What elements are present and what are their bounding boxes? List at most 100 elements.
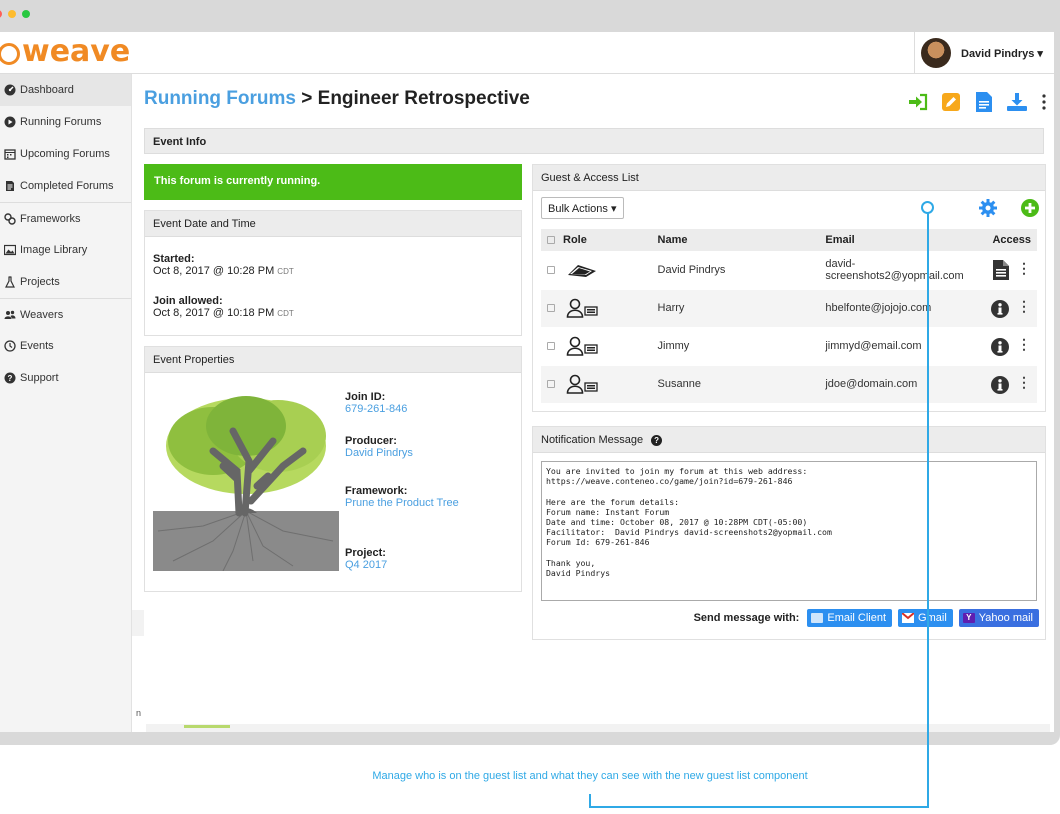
document-icon[interactable]	[993, 259, 1009, 280]
info-icon[interactable]	[991, 337, 1009, 356]
pencil-icon	[942, 93, 960, 111]
sidebar-item-label: Support	[20, 372, 59, 384]
row-menu-button[interactable]: ⋮	[1017, 374, 1031, 390]
breadcrumb-running-forums[interactable]: Running Forums	[144, 88, 296, 109]
framework-link[interactable]: Prune the Product Tree	[345, 497, 459, 509]
report-button[interactable]	[974, 92, 994, 112]
select-all-checkbox[interactable]	[547, 236, 555, 245]
guest-email: jimmyd@email.com	[819, 327, 970, 366]
sidebar-item-frameworks[interactable]: Frameworks	[0, 202, 131, 234]
event-info-header: Event Info	[144, 128, 1044, 154]
sidebar-item-dashboard[interactable]: Dashboard	[0, 74, 131, 106]
name-header: Name	[651, 229, 820, 251]
sidebar-item-projects[interactable]: Projects	[0, 266, 131, 298]
guest-table-header: Role Name Email Access	[541, 229, 1037, 251]
row-menu-button[interactable]: ⋮	[1017, 298, 1031, 314]
row-menu-button[interactable]: ⋮	[1017, 336, 1031, 352]
row-menu-button[interactable]: ⋮	[1017, 260, 1031, 276]
producer-link[interactable]: David Pindrys	[345, 447, 413, 459]
email-client-button[interactable]: Email Client	[807, 609, 893, 627]
table-row: Susanne jdoe@domain.com ⋮	[541, 365, 1037, 404]
close-window-button[interactable]	[0, 10, 2, 18]
play-icon	[4, 116, 16, 128]
sidebar-item-label: Upcoming Forums	[20, 148, 110, 160]
guest-email: hbelfonte@jojojo.com	[819, 289, 970, 328]
info-icon[interactable]	[991, 299, 1009, 318]
maximize-window-button[interactable]	[22, 10, 30, 18]
more-vertical-icon	[1042, 94, 1046, 110]
minimize-window-button[interactable]	[8, 10, 16, 18]
help-icon[interactable]: ?	[651, 435, 663, 446]
panel-title: Guest & Access List	[533, 165, 1045, 191]
role-header: Role	[563, 234, 587, 246]
guest-email: david-screenshots2@yopmail.com	[819, 251, 970, 290]
guest-name: Jimmy	[651, 327, 820, 366]
info-icon[interactable]	[991, 375, 1009, 394]
yahoo-mail-button[interactable]: Y Yahoo mail	[958, 609, 1039, 627]
row-checkbox[interactable]	[547, 265, 555, 274]
sidebar-item-support[interactable]: ? Support	[0, 362, 131, 394]
main-content: Running Forums > Engineer Retrospective	[144, 74, 1048, 714]
svg-text:?: ?	[8, 374, 13, 383]
bottom-scroll-strip[interactable]	[146, 724, 1050, 732]
add-guest-button[interactable]	[1021, 199, 1039, 222]
started-time: Oct 8, 2017 @ 10:28 PM	[153, 265, 275, 277]
frameworks-icon	[4, 212, 16, 225]
more-menu-button[interactable]	[1040, 92, 1048, 112]
gmail-label: Gmail	[918, 612, 947, 624]
guest-settings-button[interactable]	[979, 199, 997, 222]
bulk-actions-dropdown[interactable]: Bulk Actions ▾	[541, 197, 624, 219]
sidebar-item-upcoming-forums[interactable]: Upcoming Forums	[0, 138, 131, 170]
project-link[interactable]: Q4 2017	[345, 559, 387, 571]
guest-role-icon	[566, 298, 598, 318]
sidebar: Dashboard Running Forums Upcoming Forums…	[0, 74, 132, 732]
top-bar: weave David Pindrys ▾	[0, 32, 1054, 74]
page-title: Running Forums > Engineer Retrospective	[144, 88, 1048, 118]
callout-caption: Manage who is on the guest list and what…	[372, 770, 808, 782]
row-checkbox[interactable]	[547, 304, 555, 312]
sidebar-item-image-library[interactable]: Image Library	[0, 234, 131, 266]
breadcrumb-current: Engineer Retrospective	[317, 88, 530, 109]
sidebar-item-running-forums[interactable]: Running Forums	[0, 106, 131, 138]
panel-title: Event Date and Time	[145, 211, 521, 237]
row-checkbox[interactable]	[547, 342, 555, 350]
sidebar-item-completed-forums[interactable]: Completed Forums	[0, 170, 131, 202]
notification-panel: Notification Message? You are invited to…	[532, 426, 1046, 640]
project-label: Project:	[345, 547, 386, 559]
notification-message-textarea[interactable]: You are invited to join my forum at this…	[541, 461, 1037, 601]
edit-button[interactable]	[941, 92, 961, 112]
access-cell: ⋮	[969, 365, 1037, 404]
yahoo-icon: Y	[962, 613, 975, 623]
panel-title: Event Properties	[145, 347, 521, 373]
framework-tree-image	[153, 391, 339, 572]
sidebar-scrollbar[interactable]	[132, 610, 144, 636]
guest-name: Harry	[651, 289, 820, 328]
sidebar-item-label: Image Library	[20, 244, 88, 256]
callout-line-horizontal	[589, 806, 929, 808]
weave-logo[interactable]: weave	[0, 34, 130, 69]
sidebar-item-label: Dashboard	[20, 84, 74, 96]
bottom-highlight	[184, 725, 230, 728]
guest-name: Susanne	[651, 365, 820, 404]
user-menu[interactable]: David Pindrys ▾	[914, 32, 1054, 74]
sidebar-item-weavers[interactable]: Weavers	[0, 298, 131, 330]
download-button[interactable]	[1007, 92, 1027, 112]
panel-title: Notification Message	[541, 434, 644, 446]
join-id-label: Join ID:	[345, 391, 386, 403]
framework-property: Framework: Prune the Product Tree	[345, 485, 459, 509]
send-label: Send message with:	[693, 612, 800, 624]
callout-marker	[921, 201, 934, 214]
row-checkbox[interactable]	[547, 380, 555, 388]
table-row: Harry hbelfonte@jojojo.com ⋮	[541, 289, 1037, 328]
join-forum-button[interactable]	[908, 92, 928, 112]
guest-role-icon	[566, 374, 598, 394]
sidebar-item-label: Events	[20, 340, 54, 352]
gmail-button[interactable]: Gmail	[898, 609, 953, 627]
event-properties-panel: Event Properties Join ID: 679-261-846 Pr…	[144, 346, 522, 592]
image-icon	[4, 244, 16, 256]
facilitator-role-icon	[566, 261, 598, 279]
started-label: Started:	[153, 253, 195, 265]
table-row: Jimmy jimmyd@email.com ⋮	[541, 327, 1037, 366]
sidebar-item-events[interactable]: Events	[0, 330, 131, 362]
calendar-icon	[4, 148, 16, 160]
